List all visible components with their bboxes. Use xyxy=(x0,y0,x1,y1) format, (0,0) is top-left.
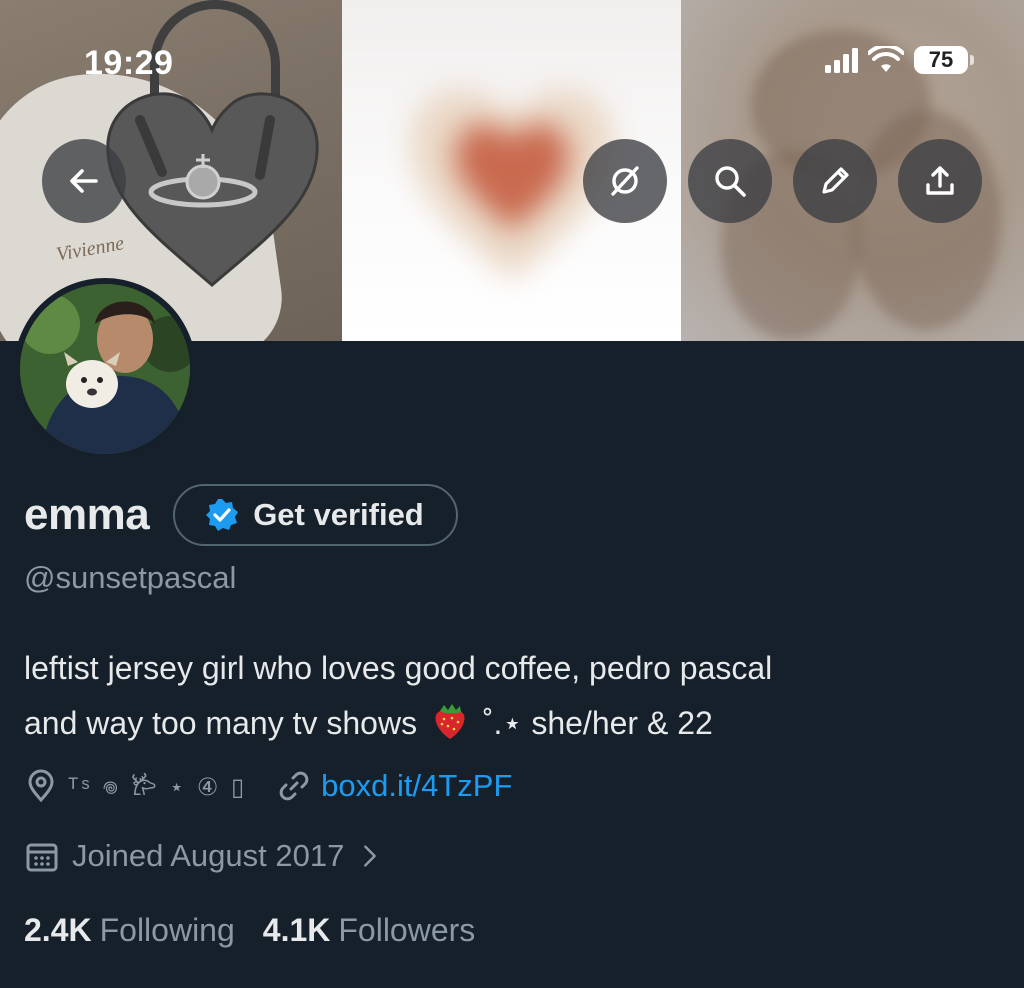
following-count[interactable]: 2.4K xyxy=(24,912,92,949)
joined-row[interactable]: Joined August 2017 xyxy=(24,838,384,874)
chevron-right-icon xyxy=(364,845,377,867)
edit-button[interactable] xyxy=(793,139,877,223)
grok-button[interactable] xyxy=(583,139,667,223)
orb-logo xyxy=(148,150,258,220)
bio-line-2: and way too many tv shows ˚.⋆ she/her & … xyxy=(24,696,994,751)
wifi-icon xyxy=(868,46,904,72)
bio-line-1: leftist jersey girl who loves good coffe… xyxy=(24,650,773,686)
location-pin-icon xyxy=(28,769,54,803)
cellular-signal-icon xyxy=(825,47,858,73)
location-text: ᵀˢ 𖦹 𐂂 ⋆ ④ ▯ xyxy=(68,773,248,801)
search-icon xyxy=(715,166,746,197)
share-button[interactable] xyxy=(898,139,982,223)
search-button[interactable] xyxy=(688,139,772,223)
pencil-icon xyxy=(822,167,849,194)
follow-stats: 2.4K Following 4.1K Followers xyxy=(24,912,503,949)
status-time: 19:29 xyxy=(84,44,174,82)
strawberry-icon xyxy=(435,704,465,739)
status-icons: 75 xyxy=(825,46,974,74)
grok-icon xyxy=(611,166,639,196)
get-verified-label: Get verified xyxy=(253,497,424,532)
share-icon xyxy=(926,166,954,195)
back-arrow-icon xyxy=(70,169,98,193)
followers-label[interactable]: Followers xyxy=(338,912,475,949)
battery-icon: 75 xyxy=(914,46,974,74)
link-icon xyxy=(279,771,309,801)
followers-count[interactable]: 4.1K xyxy=(263,912,331,949)
profile-meta-row: ᵀˢ 𖦹 𐂂 ⋆ ④ ▯ boxd.it/4TzPF xyxy=(24,768,512,804)
bio-line-2-suffix: ˚.⋆ she/her & 22 xyxy=(482,705,713,741)
display-name: emma xyxy=(24,490,150,539)
name-row: emma Get verified xyxy=(24,484,458,546)
back-button[interactable] xyxy=(42,139,126,223)
joined-date: Joined August 2017 xyxy=(72,838,345,873)
bio-line-2-text: and way too many tv shows xyxy=(24,705,418,741)
verified-badge-icon xyxy=(206,499,239,531)
calendar-icon xyxy=(26,843,58,872)
avatar-photo xyxy=(20,284,190,454)
bio: leftist jersey girl who loves good coffe… xyxy=(24,641,994,751)
username-handle: @sunsetpascal xyxy=(24,560,237,595)
following-label[interactable]: Following xyxy=(100,912,235,949)
get-verified-button[interactable]: Get verified xyxy=(173,484,458,546)
website-link[interactable]: boxd.it/4TzPF xyxy=(321,768,512,804)
avatar[interactable] xyxy=(14,278,196,460)
